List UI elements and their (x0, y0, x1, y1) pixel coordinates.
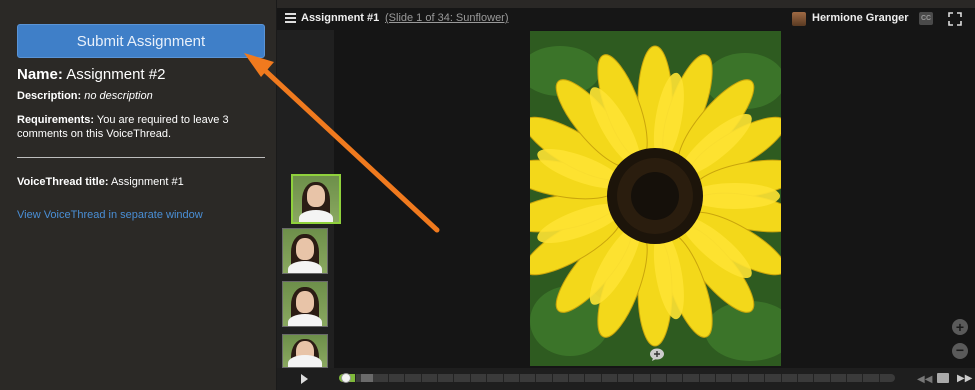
timeline-segment (567, 374, 569, 382)
timeline-segment (649, 374, 651, 382)
requirements-label: Requirements: (17, 114, 95, 126)
comment-thumbnail[interactable] (282, 228, 328, 274)
fullscreen-icon[interactable] (948, 12, 962, 26)
divider (17, 157, 265, 158)
timeline-current-slide (361, 374, 373, 382)
assignment-name: Name: Assignment #2 (17, 66, 165, 83)
timeline-segment (404, 374, 406, 382)
timeline-segment (780, 374, 782, 382)
timeline-segment (535, 374, 537, 382)
description-value: no description (84, 90, 153, 102)
submit-assignment-button[interactable]: Submit Assignment (17, 24, 265, 58)
timeline-segment (551, 374, 553, 382)
timeline-segment (666, 374, 668, 382)
timeline-segment (796, 374, 798, 382)
comment-thumbnail[interactable] (291, 174, 341, 224)
timeline-segment (878, 374, 880, 382)
timeline-segment (829, 374, 831, 382)
timeline-segment (682, 374, 684, 382)
view-separate-window-link[interactable]: View VoiceThread in separate window (17, 209, 203, 221)
name-value: Assignment #2 (66, 66, 166, 83)
voicethread-viewer: Assignment #1 (Slide 1 of 34: Sunflower)… (277, 8, 975, 390)
timeline-segment (731, 374, 733, 382)
timeline-segment (600, 374, 602, 382)
slide-image-sunflower[interactable] (530, 31, 781, 366)
comment-bubble-icon[interactable] (649, 348, 665, 362)
play-icon[interactable] (301, 374, 308, 384)
timeline-segment (698, 374, 700, 382)
timeline-segment (388, 374, 390, 382)
timeline-segment (502, 374, 504, 382)
timeline-segment (453, 374, 455, 382)
assignment-description: Description: no description (17, 90, 153, 102)
forward-icon[interactable]: ▶▶ (957, 373, 972, 384)
zoom-out-icon[interactable]: − (952, 343, 968, 359)
vt-title-label: VoiceThread title: (17, 176, 109, 188)
menu-icon[interactable] (285, 13, 296, 24)
timeline-segment (633, 374, 635, 382)
timeline-segment (764, 374, 766, 382)
avatar[interactable] (792, 12, 806, 26)
comment-thumbnail[interactable] (282, 281, 328, 327)
viewer-topbar: Assignment #1 (Slide 1 of 34: Sunflower)… (277, 8, 975, 30)
slide-info-link[interactable]: (Slide 1 of 34: Sunflower) (385, 12, 509, 24)
timeline-segment (584, 374, 586, 382)
slides-icon[interactable] (937, 373, 949, 383)
timeline-segment (518, 374, 520, 382)
timeline-segment (845, 374, 847, 382)
timeline-segment (862, 374, 864, 382)
comment-thumbnail[interactable] (282, 334, 328, 368)
timeline-knob[interactable] (341, 373, 351, 383)
user-name[interactable]: Hermione Granger (812, 12, 909, 24)
viewer-title: Assignment #1 (301, 12, 380, 24)
timeline-segment (420, 374, 422, 382)
zoom-in-icon[interactable]: + (952, 319, 968, 335)
assignment-requirements: Requirements: You are required to leave … (17, 113, 247, 141)
timeline-segment (469, 374, 471, 382)
slide-timeline[interactable] (339, 374, 895, 382)
name-label: Name: (17, 66, 63, 83)
timeline-segment (715, 374, 717, 382)
comment-column (277, 30, 341, 368)
timeline-segment (437, 374, 439, 382)
vt-title-value: Assignment #1 (110, 176, 184, 188)
closed-caption-button[interactable]: CC (919, 12, 933, 25)
assignment-panel: Submit Assignment Name: Assignment #2 De… (0, 0, 277, 390)
playback-bar: ◀◀ ▶▶ (277, 368, 975, 390)
timeline-segment (617, 374, 618, 382)
rewind-icon[interactable]: ◀◀ (917, 374, 932, 385)
timeline-segment (747, 374, 749, 382)
description-label: Description: (17, 90, 82, 102)
timeline-segment (486, 374, 488, 382)
voicethread-title: VoiceThread title: Assignment #1 (17, 176, 184, 188)
timeline-segment (813, 374, 815, 382)
timeline-segment (355, 374, 357, 382)
